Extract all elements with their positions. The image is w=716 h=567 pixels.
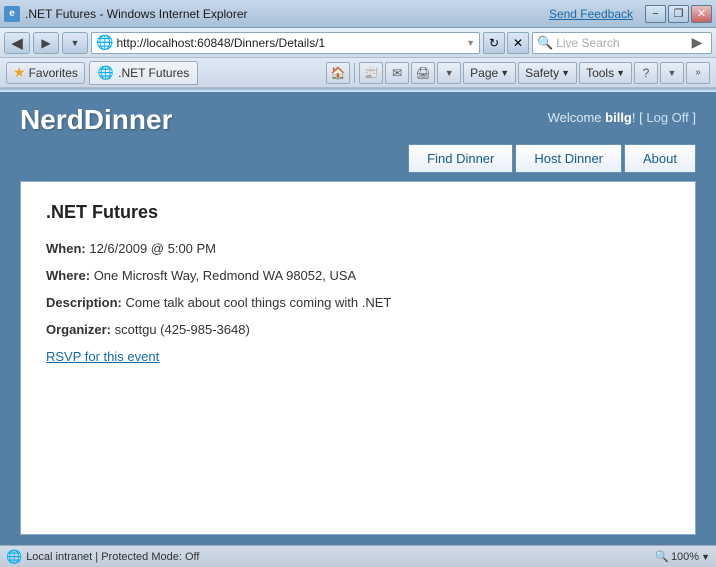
back-button[interactable]: ◀ xyxy=(4,32,30,54)
tools-label: Tools xyxy=(586,66,614,80)
send-feedback-link[interactable]: Send Feedback xyxy=(549,7,633,21)
mail-icon[interactable]: ✉ xyxy=(385,62,409,84)
status-zone-icon: 🌐 xyxy=(6,549,22,565)
logoff-link[interactable]: Log Off xyxy=(646,110,688,125)
toolbar: ★ Favorites 🌐 .NET Futures 🏠 📰 ✉ 🖨 ▼ Pag… xyxy=(0,58,716,88)
ie-logo-icon: e xyxy=(4,6,20,22)
favorites-label: Favorites xyxy=(29,66,78,80)
ie-tab-net-futures[interactable]: 🌐 .NET Futures xyxy=(89,61,198,85)
organizer-label: Organizer: xyxy=(46,322,111,337)
dropdown-button[interactable]: ▼ xyxy=(62,32,88,54)
safety-label: Safety xyxy=(525,66,559,80)
status-right: 🔍 100% ▼ xyxy=(655,550,710,563)
when-value-text: 12/6/2009 @ 5:00 PM xyxy=(89,241,216,256)
find-dinner-button[interactable]: Find Dinner xyxy=(408,144,513,173)
print-dropdown-icon[interactable]: ▼ xyxy=(437,62,461,84)
zoom-dropdown-icon: ▼ xyxy=(701,552,710,562)
print-icon[interactable]: 🖨 xyxy=(411,62,435,84)
when-label: When: xyxy=(46,241,86,256)
title-bar: e .NET Futures - Windows Internet Explor… xyxy=(0,0,716,28)
when-row: When: 12/6/2009 @ 5:00 PM xyxy=(46,241,670,256)
host-dinner-button[interactable]: Host Dinner xyxy=(515,144,622,173)
status-bar: 🌐 Local intranet | Protected Mode: Off 🔍… xyxy=(0,545,716,567)
content-card: .NET Futures When: 12/6/2009 @ 5:00 PM W… xyxy=(20,181,696,535)
logoff-close: ] xyxy=(689,110,696,125)
status-left: 🌐 Local intranet | Protected Mode: Off xyxy=(6,549,647,565)
refresh-button[interactable]: ↻ xyxy=(483,32,505,54)
address-url: http://localhost:60848/Dinners/Details/1 xyxy=(116,36,463,50)
window-controls: − ❐ ✕ xyxy=(645,5,712,23)
description-row: Description: Come talk about cool things… xyxy=(46,295,670,310)
feeds-icon[interactable]: 📰 xyxy=(359,62,383,84)
rsvp-row: RSVP for this event xyxy=(46,349,670,364)
address-ie-icon: 🌐 xyxy=(96,34,113,51)
help-button[interactable]: ? xyxy=(634,62,658,84)
app-header: NerdDinner Welcome billg! [ Log Off ] xyxy=(0,92,716,144)
tools-dropdown-icon: ▼ xyxy=(616,68,625,78)
window-title: .NET Futures - Windows Internet Explorer xyxy=(25,7,248,21)
where-label: Where: xyxy=(46,268,90,283)
where-row: Where: One Microsft Way, Redmond WA 9805… xyxy=(46,268,670,283)
app-title: NerdDinner xyxy=(20,104,172,136)
scroll-right-icon[interactable]: » xyxy=(686,62,710,84)
nav-buttons: Find Dinner Host Dinner About xyxy=(0,144,716,181)
welcome-suffix: ! xyxy=(632,110,636,125)
dinner-title: .NET Futures xyxy=(46,202,670,223)
forward-button[interactable]: ▶ xyxy=(33,32,59,54)
safety-dropdown-icon: ▼ xyxy=(561,68,570,78)
address-bar: ◀ ▶ ▼ 🌐 http://localhost:60848/Dinners/D… xyxy=(0,28,716,58)
refresh-stop-buttons: ↻ ✕ xyxy=(483,32,529,54)
home-icon[interactable]: 🏠 xyxy=(326,62,350,84)
about-button[interactable]: About xyxy=(624,144,696,173)
address-input[interactable]: 🌐 http://localhost:60848/Dinners/Details… xyxy=(91,32,480,54)
address-dropdown-icon[interactable]: ▼ xyxy=(466,38,475,48)
page-label: Page xyxy=(470,66,498,80)
tab-bar: 🌐 .NET Futures xyxy=(89,61,322,85)
user-info: Welcome billg! [ Log Off ] xyxy=(548,104,696,125)
star-icon: ★ xyxy=(13,64,26,81)
zoom-level: 100% xyxy=(671,551,699,563)
tools-button[interactable]: Tools ▼ xyxy=(579,62,632,84)
username: billg xyxy=(605,110,632,125)
safety-button[interactable]: Safety ▼ xyxy=(518,62,577,84)
where-value-text: One Microsft Way, Redmond WA 98052, USA xyxy=(94,268,357,283)
organizer-row: Organizer: scottgu (425-985-3648) xyxy=(46,322,670,337)
minimize-button[interactable]: − xyxy=(645,5,666,23)
welcome-text: Welcome xyxy=(548,110,606,125)
live-search-input[interactable]: Live Search xyxy=(556,36,684,50)
stop-button[interactable]: ✕ xyxy=(507,32,529,54)
divider-1 xyxy=(354,63,355,83)
close-button[interactable]: ✕ xyxy=(691,5,712,23)
organizer-value-text: scottgu (425-985-3648) xyxy=(115,322,250,337)
rsvp-link[interactable]: RSVP for this event xyxy=(46,349,159,364)
description-label: Description: xyxy=(46,295,122,310)
tab-icon: 🌐 xyxy=(98,65,114,81)
search-go-button[interactable]: ▶ xyxy=(687,33,707,53)
main-area: NerdDinner Welcome billg! [ Log Off ] Fi… xyxy=(0,92,716,545)
page-dropdown-icon: ▼ xyxy=(500,68,509,78)
help-dropdown-icon[interactable]: ▼ xyxy=(660,62,684,84)
description-value-text: Come talk about cool things coming with … xyxy=(125,295,391,310)
favorites-button[interactable]: ★ Favorites xyxy=(6,62,85,84)
zoom-icon: 🔍 xyxy=(655,550,669,563)
tab-label: .NET Futures xyxy=(118,66,189,80)
restore-button[interactable]: ❐ xyxy=(668,5,689,23)
page-button[interactable]: Page ▼ xyxy=(463,62,516,84)
live-search-logo: 🔍 xyxy=(537,35,553,51)
status-zone: Local intranet | Protected Mode: Off xyxy=(26,551,199,563)
live-search-wrap: 🔍 Live Search ▶ xyxy=(532,32,712,54)
title-bar-left: e .NET Futures - Windows Internet Explor… xyxy=(4,6,248,22)
zoom-button[interactable]: 🔍 100% ▼ xyxy=(655,550,710,563)
toolbar-icons: 🏠 📰 ✉ 🖨 ▼ Page ▼ Safety ▼ Tools ▼ ? ▼ » xyxy=(326,62,710,84)
